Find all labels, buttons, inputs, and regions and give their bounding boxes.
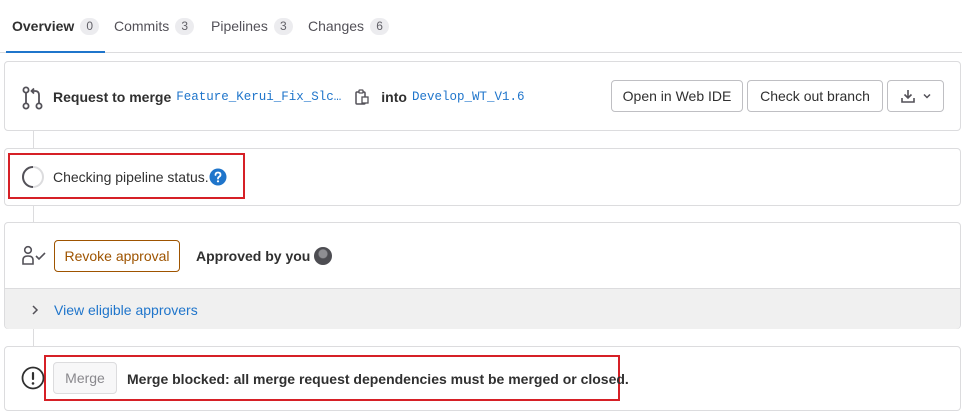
merge-button[interactable]: Merge bbox=[53, 362, 117, 394]
eligible-approvers-row[interactable]: View eligible approvers bbox=[5, 288, 960, 329]
request-to-merge-label: Request to merge bbox=[53, 89, 172, 105]
tab-label: Changes bbox=[308, 18, 365, 34]
loading-spinner-icon bbox=[22, 166, 44, 188]
warning-icon bbox=[21, 366, 45, 390]
download-dropdown-button[interactable] bbox=[887, 80, 944, 112]
tab-count: 3 bbox=[175, 18, 195, 35]
copy-icon[interactable] bbox=[355, 89, 369, 105]
tab-count: 0 bbox=[80, 18, 100, 35]
tab-overview[interactable]: Overview 0 bbox=[5, 17, 106, 53]
tab-count: 3 bbox=[273, 18, 293, 35]
tab-commits[interactable]: Commits 3 bbox=[114, 17, 195, 53]
target-branch-link[interactable]: Develop_WT_V1.6 bbox=[412, 90, 525, 104]
approval-summary: Revoke approval Approved by you bbox=[5, 223, 960, 288]
chevron-down-icon bbox=[922, 93, 931, 99]
question-icon[interactable] bbox=[209, 168, 227, 186]
approval-user-icon bbox=[22, 245, 46, 265]
source-branch-link[interactable]: Feature_Kerui_Fix_Slc… bbox=[176, 90, 341, 104]
timeline-connector bbox=[33, 329, 34, 346]
timeline-connector bbox=[33, 131, 34, 148]
approval-card: Revoke approval Approved by you View eli… bbox=[4, 222, 961, 329]
chevron-right-icon[interactable] bbox=[30, 304, 40, 316]
merge-request-summary: Request to merge Feature_Kerui_Fix_Slc… … bbox=[53, 88, 524, 106]
into-label: into bbox=[381, 89, 407, 105]
tab-label: Overview bbox=[12, 18, 75, 34]
timeline-connector bbox=[33, 206, 34, 222]
tab-label: Commits bbox=[114, 18, 170, 34]
download-icon bbox=[900, 90, 915, 103]
check-out-branch-button[interactable]: Check out branch bbox=[747, 80, 883, 112]
approved-by-text: Approved by you bbox=[196, 248, 311, 264]
pipeline-status-text: Checking pipeline status. bbox=[53, 169, 209, 185]
revoke-approval-button[interactable]: Revoke approval bbox=[54, 240, 180, 272]
merge-request-header: Request to merge Feature_Kerui_Fix_Slc… … bbox=[4, 61, 961, 131]
tab-count: 6 bbox=[370, 18, 390, 35]
open-in-web-ide-button[interactable]: Open in Web IDE bbox=[611, 80, 743, 112]
tab-changes[interactable]: Changes 6 bbox=[308, 17, 390, 53]
view-eligible-approvers-link[interactable]: View eligible approvers bbox=[54, 302, 198, 318]
tab-bar: Overview 0 Commits 3 Pipelines 3 Changes… bbox=[0, 0, 962, 53]
avatar[interactable] bbox=[314, 247, 332, 265]
tab-pipelines[interactable]: Pipelines 3 bbox=[211, 17, 293, 53]
tab-label: Pipelines bbox=[211, 18, 268, 34]
merge-blocked-message: Merge blocked: all merge request depende… bbox=[127, 371, 629, 387]
merge-request-icon bbox=[22, 86, 43, 110]
